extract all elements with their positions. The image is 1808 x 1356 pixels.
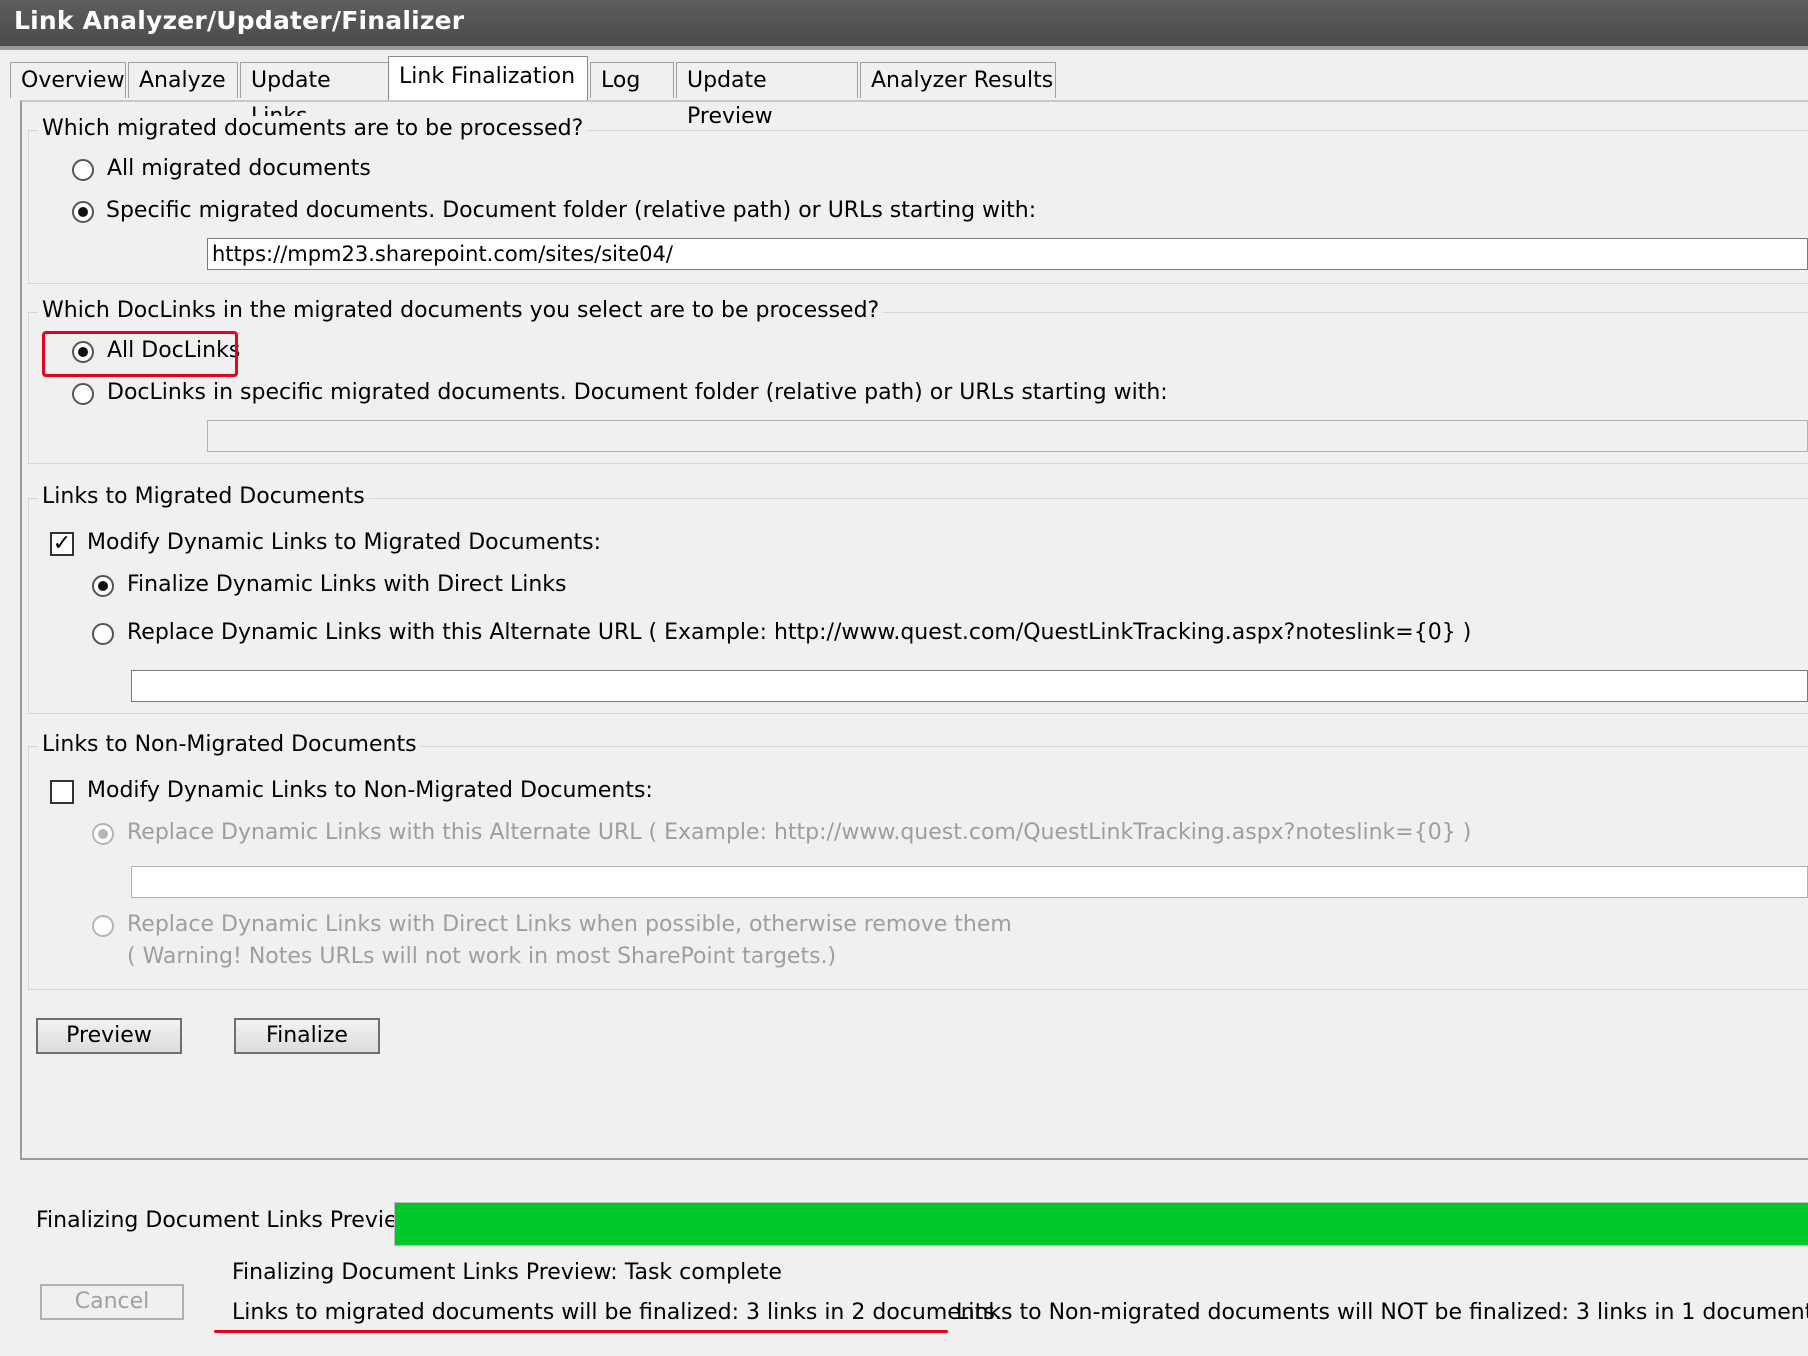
progress-bar bbox=[394, 1202, 1808, 1246]
tab-analyze[interactable]: Analyze bbox=[128, 62, 238, 98]
docs-url-input[interactable]: https://mpm23.sharepoint.com/sites/site0… bbox=[207, 238, 1808, 270]
nonmigrated-warning-text: ( Warning! Notes URLs will not work in m… bbox=[127, 944, 837, 969]
radio-nonmigrated-direct-links-label: Replace Dynamic Links with Direct Links … bbox=[127, 912, 1012, 937]
tab-log[interactable]: Log bbox=[590, 62, 674, 98]
highlight-box bbox=[42, 331, 238, 377]
nonmigrated-alt-url-input[interactable] bbox=[131, 866, 1808, 898]
radio-specific-migrated-docs[interactable] bbox=[72, 201, 94, 223]
doclinks-url-input[interactable] bbox=[207, 420, 1808, 452]
radio-nonmigrated-direct-links[interactable] bbox=[92, 915, 114, 937]
radio-finalize-direct-links-label: Finalize Dynamic Links with Direct Links bbox=[127, 572, 567, 597]
tab-link-finalization[interactable]: Link Finalization bbox=[388, 56, 588, 100]
result-migrated-text: Links to migrated documents will be fina… bbox=[232, 1300, 1002, 1325]
radio-nonmigrated-replace-url-label: Replace Dynamic Links with this Alternat… bbox=[127, 820, 1472, 845]
progress-label: Finalizing Document Links Preview bbox=[36, 1208, 416, 1233]
modify-nonmigrated-checkbox[interactable] bbox=[50, 780, 74, 804]
radio-all-migrated-docs-label: All migrated documents bbox=[107, 156, 371, 181]
radio-finalize-direct-links[interactable] bbox=[92, 575, 114, 597]
docs-group-label: Which migrated documents are to be proce… bbox=[38, 116, 588, 141]
highlight-underline bbox=[214, 1330, 948, 1333]
radio-all-migrated-docs[interactable] bbox=[72, 159, 94, 181]
tab-analyzer-results[interactable]: Analyzer Results bbox=[860, 62, 1056, 98]
modify-nonmigrated-checkbox-label: Modify Dynamic Links to Non-Migrated Doc… bbox=[87, 778, 653, 803]
radio-specific-doclinks-label: DocLinks in specific migrated documents.… bbox=[107, 380, 1168, 405]
window-titlebar: Link Analyzer/Updater/Finalizer bbox=[0, 0, 1808, 50]
finalize-button[interactable]: Finalize bbox=[234, 1018, 380, 1054]
tab-update-preview[interactable]: Update Preview bbox=[676, 62, 858, 129]
radio-specific-migrated-docs-label: Specific migrated documents. Document fo… bbox=[106, 198, 1037, 223]
nonmigrated-links-group-label: Links to Non-Migrated Documents bbox=[38, 732, 421, 757]
modify-migrated-checkbox-label: Modify Dynamic Links to Migrated Documen… bbox=[87, 530, 602, 555]
radio-specific-doclinks[interactable] bbox=[72, 383, 94, 405]
preview-button[interactable]: Preview bbox=[36, 1018, 182, 1054]
doclinks-group-label: Which DocLinks in the migrated documents… bbox=[38, 298, 884, 323]
tab-update-links[interactable]: Update Links bbox=[240, 62, 394, 129]
result-nonmigrated-text: Links to Non-migrated documents will NOT… bbox=[956, 1300, 1808, 1325]
cancel-button[interactable]: Cancel bbox=[40, 1284, 184, 1320]
tab-overview[interactable]: Overview bbox=[10, 62, 126, 98]
migrated-links-group-label: Links to Migrated Documents bbox=[38, 484, 369, 509]
radio-replace-alternate-url-label: Replace Dynamic Links with this Alternat… bbox=[127, 620, 1472, 645]
modify-migrated-checkbox[interactable]: ✓ bbox=[50, 532, 74, 556]
migrated-alt-url-input[interactable] bbox=[131, 670, 1808, 702]
task-status-text: Finalizing Document Links Preview: Task … bbox=[232, 1260, 782, 1285]
window-title: Link Analyzer/Updater/Finalizer bbox=[14, 6, 465, 35]
progress-bar-fill bbox=[395, 1203, 1808, 1245]
radio-nonmigrated-replace-url[interactable] bbox=[92, 823, 114, 845]
radio-replace-alternate-url[interactable] bbox=[92, 623, 114, 645]
